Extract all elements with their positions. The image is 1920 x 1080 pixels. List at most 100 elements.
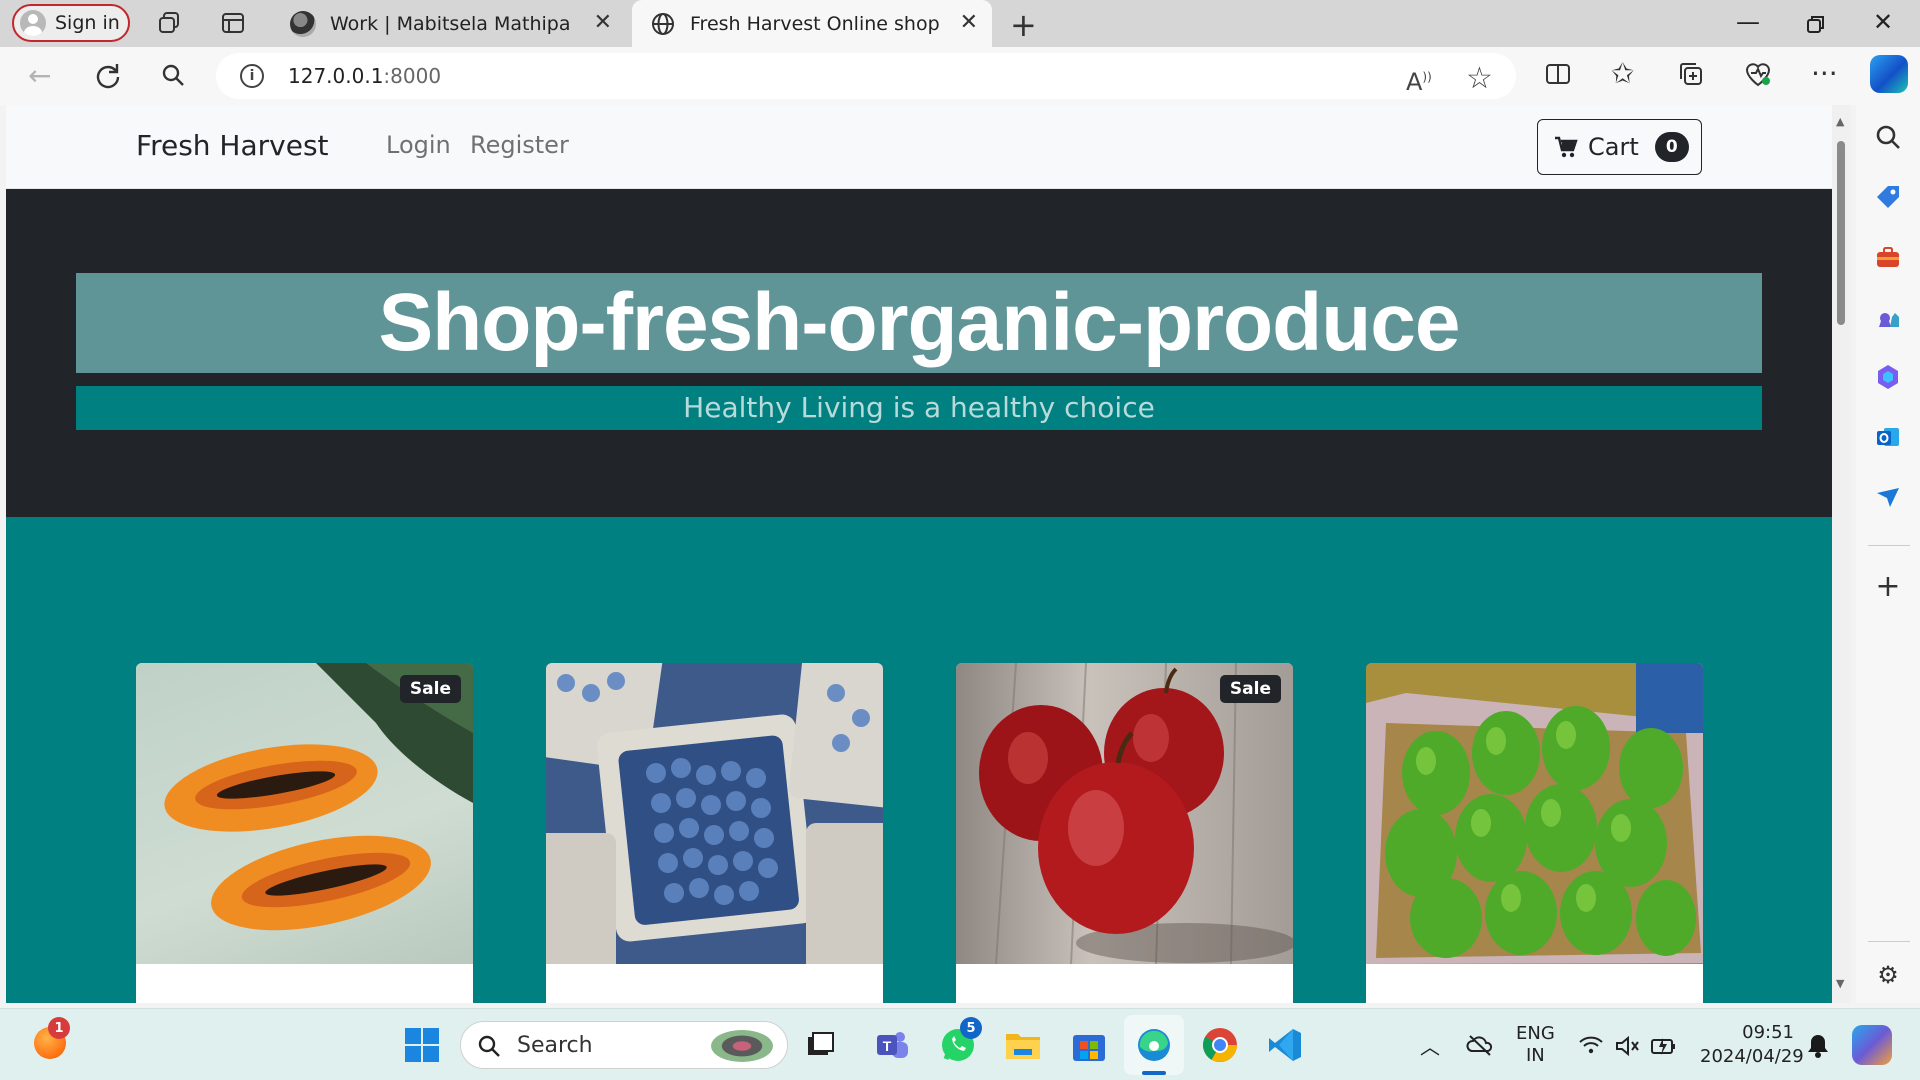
page-viewport: Fresh Harvest Login Register Cart 0 Shop… (6, 105, 1832, 1003)
nav-login-link[interactable]: Login (386, 131, 451, 159)
browser-title-bar: Sign in Work | Mabitsela Mathipa ✕ Fresh… (0, 0, 1920, 47)
close-window-icon[interactable]: ✕ (1873, 8, 1893, 36)
address-bar[interactable]: i 127.0.0.1:8000 A)) ☆ (216, 53, 1516, 99)
site-info-icon[interactable]: i (240, 64, 264, 88)
sign-in-label: Sign in (55, 12, 120, 34)
language-code: ENG (1516, 1023, 1555, 1044)
edge-browser-icon[interactable] (1134, 1025, 1174, 1065)
chrome-icon[interactable] (1200, 1025, 1240, 1065)
product-card[interactable] (1366, 663, 1703, 1003)
browser-toolbar: ← i 127.0.0.1:8000 A)) ☆ ✩ ··· (0, 47, 1920, 105)
edge-sidebar: + ⚙ (1856, 105, 1920, 1003)
language-indicator[interactable]: ENG IN (1516, 1023, 1555, 1067)
hero-title: Shop-fresh-organic-produce (76, 273, 1762, 373)
cart-count-badge: 0 (1654, 132, 1689, 162)
sign-in-button[interactable]: Sign in (12, 4, 130, 42)
drop-send-icon[interactable] (1874, 483, 1902, 511)
active-app-indicator (1142, 1071, 1166, 1075)
task-view-icon[interactable] (800, 1025, 840, 1065)
restore-icon[interactable] (1806, 14, 1826, 34)
products-section: Sale Sale (6, 517, 1832, 1003)
site-brand[interactable]: Fresh Harvest (136, 129, 329, 162)
vscode-icon[interactable] (1265, 1025, 1305, 1065)
back-icon[interactable]: ← (28, 59, 51, 92)
show-hidden-icons-icon[interactable]: ︿ (1420, 1031, 1440, 1060)
wifi-icon[interactable] (1578, 1035, 1604, 1055)
tab-fresh-harvest[interactable]: Fresh Harvest Online shop ✕ (632, 0, 992, 47)
scrollbar-thumb[interactable] (1837, 141, 1845, 325)
product-image-avocados[interactable] (1366, 663, 1703, 964)
scroll-up-icon[interactable]: ▲ (1836, 115, 1844, 128)
taskbar-search-label: Search (517, 1032, 593, 1058)
shopping-tag-icon[interactable] (1874, 183, 1902, 211)
hero-subtitle: Healthy Living is a healthy choice (76, 386, 1762, 430)
windows-start-icon[interactable] (402, 1025, 442, 1065)
refresh-icon[interactable] (94, 61, 122, 89)
favorite-star-icon[interactable]: ☆ (1466, 61, 1493, 96)
cart-icon (1555, 136, 1578, 158)
nav-register-link[interactable]: Register (470, 131, 569, 159)
microsoft-store-icon[interactable] (1069, 1025, 1109, 1065)
clock-time: 09:51 (1742, 1022, 1794, 1043)
favorites-icon[interactable]: ✩ (1611, 57, 1634, 90)
search-highlight-icon (711, 1030, 773, 1062)
sidebar-search-icon[interactable] (1874, 123, 1902, 151)
product-card[interactable]: Sale (136, 663, 473, 1003)
widget-notification-badge: 1 (48, 1017, 70, 1039)
product-image-blueberries[interactable] (546, 663, 883, 973)
tab-work[interactable]: Work | Mabitsela Mathipa ✕ (282, 0, 626, 47)
product-card[interactable] (546, 663, 883, 1003)
microsoft-365-icon[interactable] (1874, 363, 1902, 391)
notification-bell-icon[interactable] (1806, 1033, 1830, 1059)
scroll-down-icon[interactable]: ▼ (1836, 977, 1844, 990)
cart-button[interactable]: Cart 0 (1537, 119, 1702, 175)
split-screen-icon[interactable] (1545, 61, 1571, 87)
product-image-papaya[interactable]: Sale (136, 663, 473, 964)
search-icon (478, 1035, 500, 1057)
whatsapp-unread-badge: 5 (960, 1017, 982, 1039)
hero-section: Shop-fresh-organic-produce Healthy Livin… (6, 189, 1832, 517)
tab-actions-icon[interactable] (220, 10, 246, 36)
sidebar-divider (1868, 941, 1910, 942)
read-aloud-icon[interactable]: A)) (1406, 68, 1432, 96)
clock-date: 2024/04/29 (1700, 1046, 1804, 1067)
product-image-apples[interactable]: Sale (956, 663, 1293, 965)
sidebar-divider (1868, 545, 1910, 546)
close-tab-icon[interactable]: ✕ (594, 12, 612, 34)
url-host: 127.0.0.1 (288, 64, 384, 88)
minimize-icon[interactable]: — (1736, 8, 1760, 36)
system-clock[interactable]: 09:51 2024/04/29 (1700, 1021, 1804, 1069)
more-options-icon[interactable]: ··· (1811, 57, 1838, 90)
new-tab-icon[interactable]: + (1010, 6, 1037, 44)
tab-title: Work | Mabitsela Mathipa (330, 12, 571, 35)
speaker-muted-icon[interactable] (1614, 1035, 1640, 1057)
url-port: :8000 (383, 64, 442, 88)
file-explorer-icon[interactable] (1003, 1025, 1043, 1065)
globe-icon (652, 12, 674, 35)
sale-badge: Sale (399, 675, 461, 703)
close-tab-icon[interactable]: ✕ (960, 12, 978, 34)
add-sidebar-app-icon[interactable]: + (1874, 572, 1902, 602)
windows-taskbar: 1 Search T 5 ︿ ENG IN 09:51 2024/04/29 (0, 1008, 1920, 1080)
tools-icon[interactable] (1874, 243, 1902, 271)
sale-badge: Sale (1219, 675, 1281, 703)
browser-essentials-icon[interactable] (1744, 61, 1772, 87)
copilot-taskbar-icon[interactable] (1852, 1025, 1892, 1065)
taskbar-search-box[interactable]: Search (460, 1021, 788, 1069)
page-scrollbar[interactable]: ▲ ▼ (1832, 105, 1850, 1003)
tab-title: Fresh Harvest Online shop (690, 12, 940, 35)
collections-icon[interactable] (1678, 61, 1704, 87)
search-icon[interactable] (161, 63, 185, 87)
outlook-icon[interactable] (1874, 423, 1902, 451)
language-region: IN (1526, 1045, 1545, 1066)
battery-charging-icon[interactable] (1650, 1035, 1678, 1057)
copilot-icon[interactable] (1870, 55, 1908, 93)
games-icon[interactable] (1874, 303, 1902, 331)
workspaces-icon[interactable] (157, 10, 183, 36)
svg-text:T: T (883, 1038, 892, 1054)
teams-icon[interactable]: T (872, 1025, 912, 1065)
sidebar-settings-icon[interactable]: ⚙ (1874, 961, 1902, 989)
profile-avatar-icon (20, 10, 46, 36)
onedrive-icon[interactable] (1466, 1033, 1494, 1057)
product-card[interactable]: Sale (956, 663, 1293, 1003)
